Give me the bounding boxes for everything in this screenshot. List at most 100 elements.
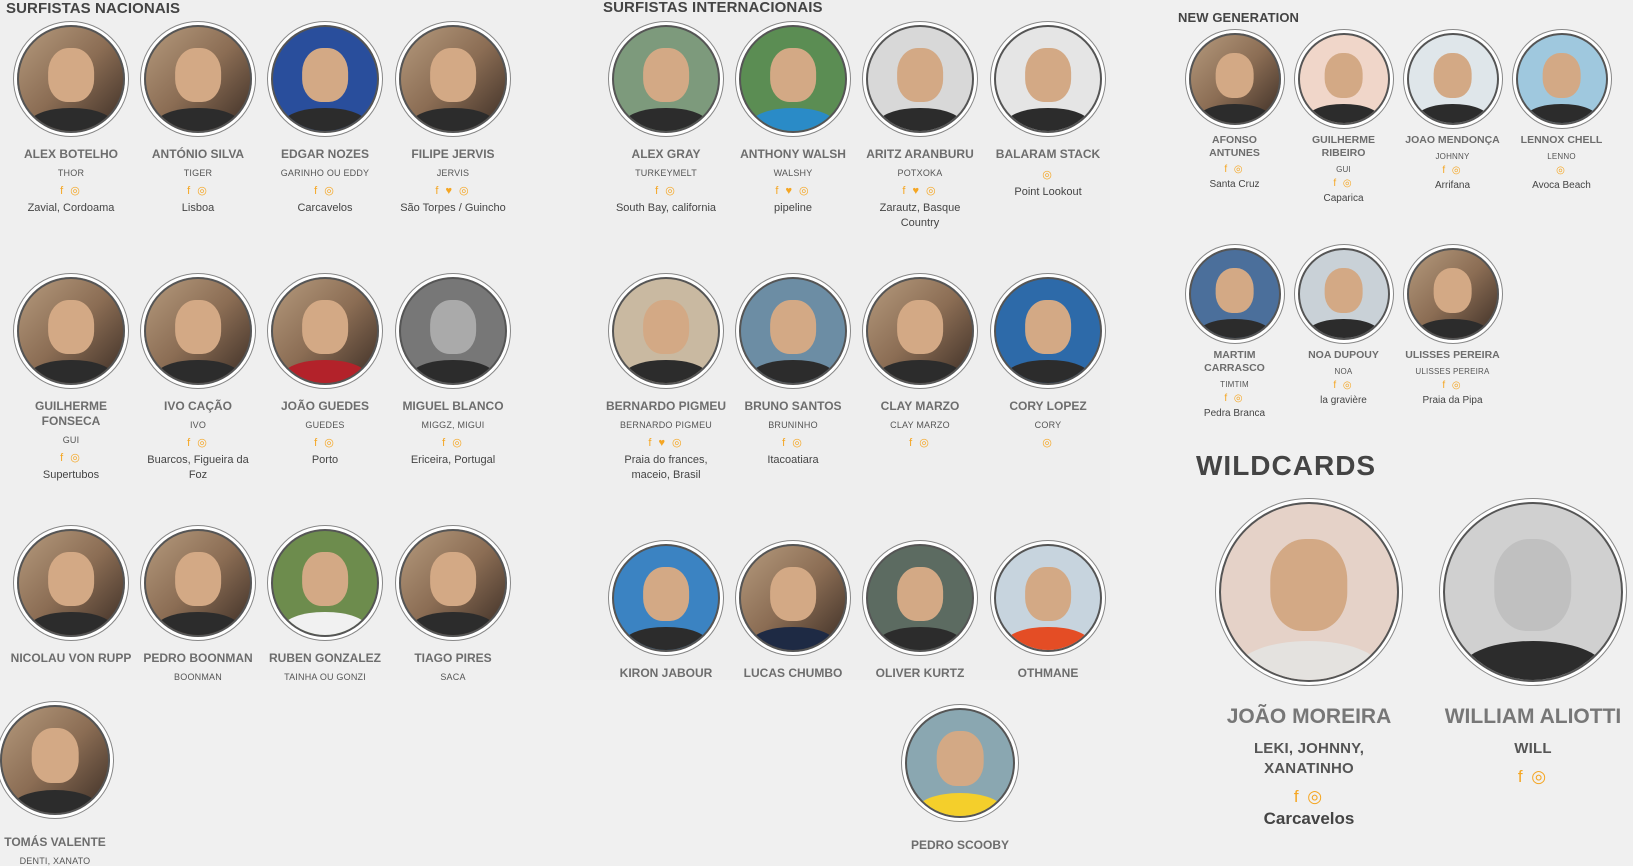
- social-icons[interactable]: f ◎: [859, 436, 981, 449]
- surfer-card-oliver-kurtz[interactable]: OLIVER KURTZ: [859, 544, 981, 681]
- social-icons[interactable]: f ♥ ◎: [859, 184, 981, 197]
- surfer-location: Praia da Pipa: [1422, 395, 1483, 406]
- surfer-name: TIAGO PIRES: [414, 651, 492, 665]
- social-icons[interactable]: ◎: [987, 168, 1109, 181]
- social-icons[interactable]: f ◎: [1187, 164, 1282, 175]
- surfer-name: PEDRO SCOOBY: [910, 838, 1009, 852]
- surfer-card-tomas-valente[interactable]: TOMÁS VALENTE DENTI, XANATO: [0, 705, 110, 866]
- surfer-nick: WALSHY: [773, 168, 813, 178]
- surfer-card-othmane[interactable]: OTHMANE: [987, 544, 1109, 681]
- surfer-card-joao-mendonca[interactable]: JOAO MENDONÇA JOHNNY f ◎ Arrifana: [1405, 33, 1500, 193]
- social-icons[interactable]: f ◎: [264, 184, 386, 197]
- surfer-name: ALEX GRAY: [631, 147, 701, 161]
- surfer-card-anthony-walsh[interactable]: ANTHONY WALSH WALSHY f ♥ ◎ pipeline: [732, 25, 854, 216]
- surfer-card-afonso-antunes[interactable]: AFONSO ANTUNES f ◎ Santa Cruz: [1187, 33, 1282, 192]
- surfer-name: JOÃO GUEDES: [280, 399, 370, 413]
- wildcard-card-joao-moreira[interactable]: JOÃO MOREIRA LEKI, JOHNNY, XANATINHO f ◎ Ca…: [1215, 502, 1403, 827]
- wildcard-card-william-aliotti[interactable]: WILLIAM ALIOTTI WILL f ◎: [1439, 502, 1627, 787]
- surfer-card-alex-botelho[interactable]: ALEX BOTELHO THOR f ◎ Zavial, Cordoama: [10, 25, 132, 216]
- surfer-card-noa-dupouy[interactable]: NOA DUPOUY NOA f ◎ la gravière: [1296, 248, 1391, 408]
- surfer-name: ANTÓNIO SILVA: [151, 147, 245, 161]
- surfer-name: NOA DUPOUY: [1308, 349, 1379, 361]
- avatar: [1188, 33, 1281, 125]
- surfer-location: Lisboa: [181, 202, 215, 214]
- social-icons[interactable]: f ◎: [10, 184, 132, 197]
- avatar: [905, 708, 1015, 818]
- social-icons[interactable]: f ◎: [264, 436, 386, 449]
- surfer-card-clay-marzo[interactable]: CLAY MARZO CLAY MARZO f ◎: [859, 277, 981, 449]
- surfer-name: RUBEN GONZALEZ: [269, 651, 381, 665]
- surfer-card-lucas-chumbo[interactable]: LUCAS CHUMBO: [732, 544, 854, 681]
- surfer-card-martim-carrasco[interactable]: MARTIM CARRASCO TIMTIM f ◎ Pedra Branca: [1187, 248, 1282, 421]
- avatar: [1297, 33, 1390, 125]
- surfer-card-edgar-nozes[interactable]: EDGAR NOZES GARINHO OU EDDY f ◎ Carcavelos: [264, 25, 386, 216]
- surfer-card-ruben-gonzalez[interactable]: RUBEN GONZALEZ TAINHA OU GONZI: [264, 529, 386, 682]
- social-icons[interactable]: ◎: [987, 436, 1109, 449]
- surfer-card-ulisses-pereira[interactable]: ULISSES PEREIRA ULISSES PEREIRA f ◎ Praia d…: [1405, 248, 1500, 408]
- surfer-card-alex-gray[interactable]: ALEX GRAY TURKEYMELT f ◎ South Bay, califor…: [605, 25, 727, 216]
- avatar: [1443, 502, 1623, 682]
- surfer-name: JOAO MENDONÇA: [1405, 134, 1500, 146]
- social-icons[interactable]: f ◎: [1296, 178, 1391, 189]
- surfer-card-ivo-cacao[interactable]: IVO CAÇÃO IVO f ◎ Buarcos, Figueira da Foz: [137, 277, 259, 483]
- surfer-card-joao-guedes[interactable]: JOÃO GUEDES GUEDES f ◎ Porto: [264, 277, 386, 468]
- surfer-card-aritz-aranburu[interactable]: ARITZ ARANBURU POTXOKA f ♥ ◎ Zarautz, Basqu…: [859, 25, 981, 231]
- social-icons[interactable]: f ◎: [1187, 393, 1282, 404]
- surfer-card-lennox-chell[interactable]: LENNOX CHELL LENNO ◎ Avoca Beach: [1514, 33, 1609, 193]
- surfer-location: Santa Cruz: [1209, 179, 1260, 190]
- surfer-nick: DENTI, XANATO: [19, 856, 91, 866]
- social-icons[interactable]: f ◎: [1215, 787, 1403, 807]
- social-icons[interactable]: f ◎: [137, 184, 259, 197]
- surfer-nick: GARINHO OU EDDY: [280, 168, 370, 178]
- surfer-location: pipeline: [774, 202, 812, 214]
- surfer-card-pedro-boonman[interactable]: PEDRO BOONMAN BOONMAN: [137, 529, 259, 682]
- surfer-nick: SACA: [440, 672, 466, 682]
- social-icons[interactable]: f ◎: [605, 184, 727, 197]
- surfer-card-antonio-silva[interactable]: ANTÓNIO SILVA TIGER f ◎ Lisboa: [137, 25, 259, 216]
- surfer-card-bernardo-pigmeu[interactable]: BERNARDO PIGMEU BERNARDO PIGMEU f ♥ ◎ Praia…: [605, 277, 727, 483]
- surfer-name: ARITZ ARANBURU: [866, 147, 974, 161]
- surfer-card-guilherme-fonseca[interactable]: GUILHERME FONSECA GUI f ◎ Supertubos: [10, 277, 132, 483]
- surfer-nick: TURKEYMELT: [635, 168, 697, 178]
- social-icons[interactable]: f ♥ ◎: [392, 184, 514, 197]
- surfer-nick: CLAY MARZO: [890, 420, 950, 430]
- avatar: [612, 277, 720, 385]
- surfer-name: ANTHONY WALSH: [740, 147, 846, 161]
- surfer-name: CLAY MARZO: [880, 399, 960, 413]
- social-icons[interactable]: f ♥ ◎: [605, 436, 727, 449]
- surfer-card-tiago-pires[interactable]: TIAGO PIRES SACA: [392, 529, 514, 682]
- surfer-card-pedro-scooby[interactable]: PEDRO SCOOBY: [899, 708, 1021, 853]
- surfer-location: Zavial, Cordoama: [27, 202, 115, 214]
- section-title-internacionais: SURFISTAS INTERNACIONAIS: [603, 0, 823, 16]
- surfer-nick: TAINHA OU GONZI: [284, 672, 366, 682]
- surfer-nick: TIMTIM: [1220, 380, 1249, 389]
- avatar: [399, 277, 507, 385]
- social-icons[interactable]: f ◎: [732, 436, 854, 449]
- surfer-card-cory-lopez[interactable]: CORY LOPEZ CORY ◎: [987, 277, 1109, 449]
- social-icons[interactable]: f ◎: [1296, 380, 1391, 391]
- surfer-name: BRUNO SANTOS: [744, 399, 842, 413]
- social-icons[interactable]: f ◎: [1405, 165, 1500, 176]
- surfer-name: KIRON JABOUR: [619, 666, 713, 680]
- surfer-card-kiron-jabour[interactable]: KIRON JABOUR: [605, 544, 727, 681]
- surfer-location: South Bay, california: [615, 202, 717, 214]
- surfer-name: EDGAR NOZES: [280, 147, 369, 161]
- social-icons[interactable]: f ◎: [392, 436, 514, 449]
- social-icons[interactable]: ◎: [1514, 165, 1609, 176]
- surfer-location: Arrifana: [1434, 180, 1470, 191]
- social-icons[interactable]: f ◎: [10, 451, 132, 464]
- surfer-location: Pedra Branca: [1203, 408, 1266, 419]
- social-icons[interactable]: f ◎: [137, 436, 259, 449]
- surfer-card-bruno-santos[interactable]: BRUNO SANTOS BRUNINHO f ◎ Itacoatiara: [732, 277, 854, 468]
- surfer-card-filipe-jervis[interactable]: FILIPE JERVIS JERVIS f ♥ ◎ São Torpes / Gui…: [392, 25, 514, 216]
- social-icons[interactable]: f ◎: [1405, 380, 1500, 391]
- avatar: [1406, 248, 1499, 340]
- surfer-name: IVO CAÇÃO: [163, 399, 232, 413]
- surfer-name: MIGUEL BLANCO: [402, 399, 504, 413]
- social-icons[interactable]: f ◎: [1439, 767, 1627, 787]
- surfer-card-balaram-stack[interactable]: BALARAM STACK ◎ Point Lookout: [987, 25, 1109, 200]
- surfer-card-guilherme-ribeiro[interactable]: GUILHERME RIBEIRO GUI f ◎ Caparica: [1296, 33, 1391, 206]
- social-icons[interactable]: f ♥ ◎: [732, 184, 854, 197]
- surfer-card-nicolau-von-rupp[interactable]: NICOLAU VON RUPP: [10, 529, 132, 666]
- surfer-card-miguel-blanco[interactable]: MIGUEL BLANCO MIGGZ, MIGUI f ◎ Ericeira, Po…: [392, 277, 514, 468]
